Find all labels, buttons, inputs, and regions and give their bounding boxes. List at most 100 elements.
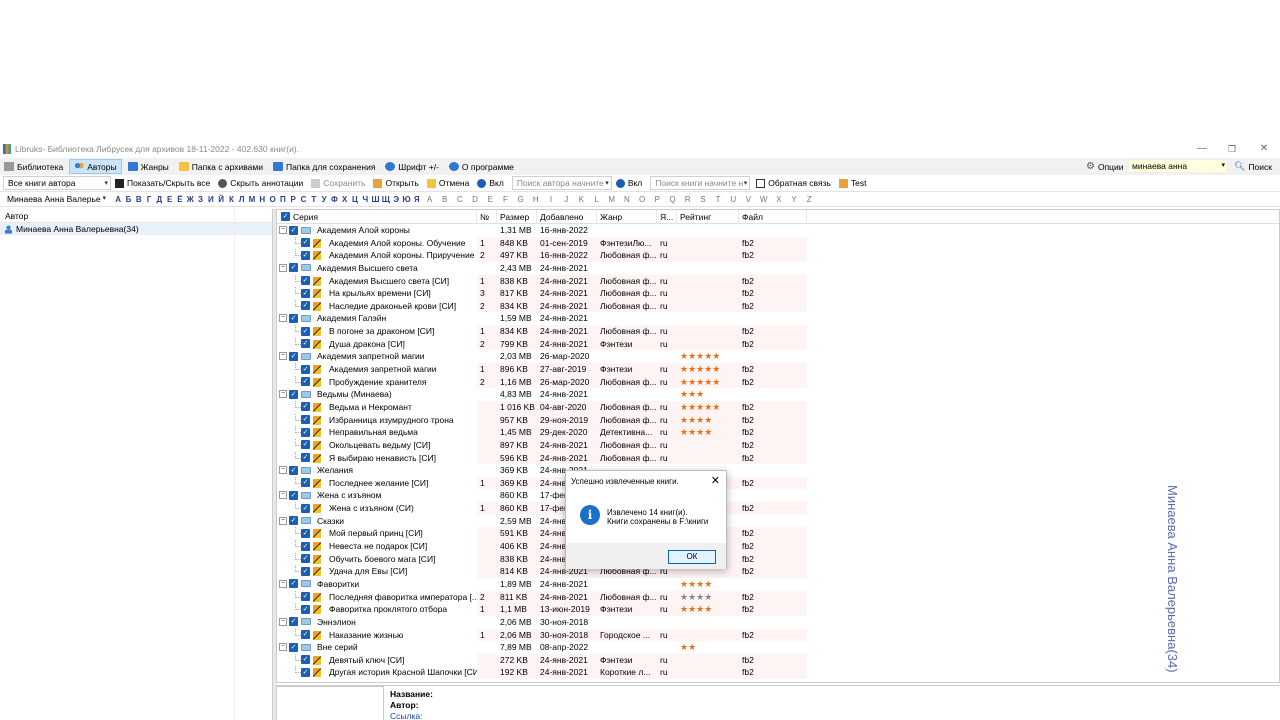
info-link-label[interactable]: Ссылка: bbox=[390, 711, 422, 720]
letter-button[interactable]: O bbox=[635, 195, 650, 204]
letter-button[interactable]: Ш bbox=[370, 195, 380, 204]
book-row[interactable]: ✓ Мой первый принц [СИ] 591 KB 24-янв-2021 f… bbox=[277, 527, 1279, 541]
row-checkbox[interactable]: ✓ bbox=[289, 465, 298, 475]
menu-about[interactable]: О программе bbox=[445, 159, 518, 174]
row-checkbox[interactable]: ✓ bbox=[301, 604, 310, 614]
toggle-on-1[interactable]: Вкл bbox=[477, 176, 504, 191]
series-row[interactable]: − ✓ Академия Алой короны 1,31 MB 16-янв-2022 bbox=[277, 224, 1279, 237]
book-row[interactable]: ✓ Другая история Красной Шапочки [СИ] 192 … bbox=[277, 666, 1279, 680]
letter-button[interactable]: E bbox=[483, 195, 498, 204]
row-checkbox[interactable]: ✓ bbox=[289, 389, 298, 399]
book-row[interactable]: ✓ Наследие драконьей крови [СИ] 2 834 KB 24-… bbox=[277, 299, 1279, 313]
toggle-on-2[interactable]: Вкл bbox=[615, 176, 642, 191]
hide-annotations-button[interactable]: Скрыть аннотации bbox=[218, 176, 303, 191]
column-header[interactable]: Добавлено bbox=[537, 210, 597, 224]
letter-button[interactable]: К bbox=[226, 195, 236, 204]
book-row[interactable]: ✓ Фаворитка проклятого отбора 1 1,1 MB 13-ию… bbox=[277, 603, 1279, 616]
letter-button[interactable]: Ж bbox=[185, 195, 195, 204]
menu-genres[interactable]: Жанры bbox=[124, 159, 173, 174]
column-header[interactable]: Файл bbox=[739, 210, 807, 224]
letter-button[interactable]: B bbox=[437, 195, 452, 204]
row-checkbox[interactable]: ✓ bbox=[289, 579, 298, 589]
series-row[interactable]: − ✓ Эннэлион 2,06 MB 30-ноя-2018 bbox=[277, 616, 1279, 629]
column-header[interactable]: Я... bbox=[657, 210, 677, 224]
book-row[interactable]: ✓ Неправильная ведьма 1,45 MB 29-дек-2020 Де… bbox=[277, 426, 1279, 439]
menu-save-folder[interactable]: Папка для сохранения bbox=[269, 159, 379, 174]
row-checkbox[interactable]: ✓ bbox=[301, 301, 310, 311]
book-row[interactable]: ✓ Душа дракона [СИ] 2 799 KB 24-янв-2021 Фэнт… bbox=[277, 337, 1279, 351]
save-button[interactable]: Сохранить bbox=[311, 176, 365, 191]
letter-button[interactable]: Z bbox=[802, 195, 817, 204]
letter-button[interactable]: Я bbox=[412, 195, 422, 204]
letter-button[interactable]: W bbox=[756, 195, 771, 204]
letter-button[interactable]: Г bbox=[144, 195, 154, 204]
letter-button[interactable]: О bbox=[267, 195, 277, 204]
letter-button[interactable]: Ц bbox=[350, 195, 360, 204]
row-checkbox[interactable]: ✓ bbox=[289, 351, 298, 361]
book-row[interactable]: ✓ Наказание жизнью 1 2,06 MB 30-ноя-2018 Горо… bbox=[277, 628, 1279, 642]
row-checkbox[interactable]: ✓ bbox=[301, 630, 310, 639]
letter-button[interactable]: Ч bbox=[360, 195, 370, 204]
row-checkbox[interactable]: ✓ bbox=[301, 440, 310, 450]
menu-authors[interactable]: Авторы bbox=[69, 159, 122, 174]
letter-button[interactable]: З bbox=[195, 195, 205, 204]
row-checkbox[interactable]: ✓ bbox=[289, 516, 298, 526]
letter-button[interactable]: S bbox=[695, 195, 710, 204]
letter-button[interactable]: Н bbox=[257, 195, 267, 204]
letter-button[interactable]: Б bbox=[123, 195, 133, 204]
book-row[interactable]: ✓ Я выбираю ненависть [СИ] 596 KB 24-янв-20… bbox=[277, 451, 1279, 465]
letter-button[interactable]: В bbox=[134, 195, 144, 204]
book-row[interactable]: ✓ Избранница изумрудного трона 957 KB 29-но… bbox=[277, 413, 1279, 427]
letter-button[interactable]: M bbox=[604, 195, 619, 204]
collapse-toggle[interactable]: − bbox=[279, 617, 287, 626]
series-row[interactable]: − ✓ Фаворитки 1,89 MB 24-янв-2021 ★★★★ bbox=[277, 577, 1279, 591]
letter-button[interactable]: X bbox=[771, 195, 786, 204]
show-hide-all-button[interactable]: Показать/Скрыть все bbox=[115, 176, 210, 191]
feedback-button[interactable]: Обратная связь bbox=[756, 176, 831, 191]
menu-archive-folder[interactable]: Папка с архивами bbox=[175, 159, 267, 174]
letter-button[interactable]: Q bbox=[665, 195, 680, 204]
row-checkbox[interactable]: ✓ bbox=[301, 566, 310, 576]
column-header[interactable]: Размер bbox=[497, 210, 537, 224]
maximize-button[interactable]: ❐ bbox=[1218, 140, 1246, 158]
series-row[interactable]: − ✓ Желания 369 KB 24-янв-2021 bbox=[277, 464, 1279, 477]
letter-button[interactable]: Щ bbox=[381, 195, 391, 204]
book-row[interactable]: ✓ Удача для Евы [СИ] 814 KB 24-янв-2021 Любо… bbox=[277, 565, 1279, 578]
top-search-input[interactable]: минаева анна ▾ bbox=[1128, 159, 1228, 173]
author-books-combo[interactable]: Все книги автора ▾ bbox=[3, 176, 111, 190]
letter-button[interactable]: Д bbox=[154, 195, 164, 204]
book-row[interactable]: ✓ Обучить боевого мага [СИ] 838 KB 24-янв-2… bbox=[277, 552, 1279, 566]
collapse-toggle[interactable]: − bbox=[279, 516, 287, 525]
row-checkbox[interactable]: ✓ bbox=[289, 263, 298, 273]
letter-button[interactable]: I bbox=[543, 195, 558, 204]
open-button[interactable]: Открыть bbox=[373, 176, 419, 191]
book-row[interactable]: ✓ Окольцевать ведьму [СИ] 897 KB 24-янв-202… bbox=[277, 438, 1279, 452]
letter-button[interactable]: Т bbox=[309, 195, 319, 204]
book-row[interactable]: ✓ Последняя фаворитка императора [... 2 811… bbox=[277, 590, 1279, 604]
author-search-input[interactable]: Поиск автора начните ▾ bbox=[511, 176, 612, 190]
row-checkbox[interactable]: ✓ bbox=[301, 250, 310, 260]
row-checkbox[interactable]: ✓ bbox=[301, 528, 310, 538]
letter-button[interactable]: М bbox=[247, 195, 257, 204]
row-checkbox[interactable]: ✓ bbox=[301, 554, 310, 564]
series-row[interactable]: − ✓ Сказки 2,59 MB 24-янв-2021 bbox=[277, 515, 1279, 528]
cancel-button[interactable]: Отмена bbox=[426, 176, 469, 191]
letter-button[interactable]: R bbox=[680, 195, 695, 204]
letter-button[interactable]: А bbox=[113, 195, 123, 204]
book-row[interactable]: ✓Жена с изъяном (СИ)1860 KB17-фев-2021fb… bbox=[277, 502, 1279, 515]
letter-button[interactable]: П bbox=[278, 195, 288, 204]
collapse-toggle[interactable]: − bbox=[279, 352, 287, 361]
column-header[interactable]: Рейтинг bbox=[677, 210, 739, 224]
series-row[interactable]: − ✓ Ведьмы (Минаева) 4,83 MB 24-янв-2021 ★★★ bbox=[277, 388, 1279, 401]
column-header[interactable]: № bbox=[477, 210, 497, 224]
book-row[interactable]: ✓ Академия запретной магии 1 896 KB 27-авг-2… bbox=[277, 363, 1279, 376]
book-row[interactable]: ✓ Академия Алой короны. Приручение 2 497 KB… bbox=[277, 249, 1279, 262]
letter-button[interactable]: Ф bbox=[329, 195, 339, 204]
book-search-input[interactable]: Поиск книги начните н ▾ bbox=[650, 176, 751, 190]
letter-button[interactable]: И bbox=[206, 195, 216, 204]
letter-button[interactable]: C bbox=[452, 195, 467, 204]
row-checkbox[interactable]: ✓ bbox=[289, 642, 298, 652]
select-all-checkbox[interactable]: ✓ bbox=[281, 211, 290, 221]
letter-button[interactable]: Э bbox=[391, 195, 401, 204]
book-row[interactable]: ✓ Последнее желание [СИ] 1 369 KB 24-янв-202… bbox=[277, 476, 1279, 490]
